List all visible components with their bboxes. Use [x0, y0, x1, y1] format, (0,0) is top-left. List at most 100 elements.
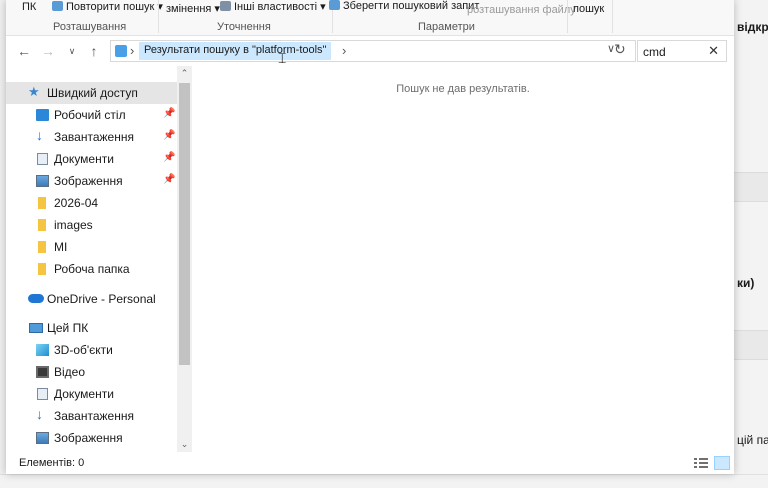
pictures-icon — [36, 432, 49, 444]
nav-item-pictures[interactable]: Зображення 📌 — [6, 170, 177, 192]
nav-item-label: Зображення — [54, 174, 123, 188]
pc-button[interactable]: ПК — [22, 1, 36, 13]
nav-item-folder-images[interactable]: images — [6, 214, 177, 236]
nav-item-label: Документи — [54, 152, 114, 166]
recent-locations-chevron-icon[interactable]: ∨ — [64, 43, 80, 59]
search-input[interactable]: cmd ✕ — [637, 40, 727, 62]
pin-icon[interactable]: 📌 — [163, 174, 175, 185]
nav-item-label: MI — [54, 240, 68, 254]
desktop-icon — [36, 109, 49, 121]
nav-item-video[interactable]: Відео — [6, 361, 177, 383]
search-results-icon — [115, 45, 127, 57]
nav-item-label: 2026-04 — [54, 196, 99, 210]
large-icons-view-icon[interactable] — [714, 456, 730, 470]
repeat-search-label: Повторити пошук — [66, 1, 155, 13]
nav-item-label: Завантаження — [54, 409, 134, 423]
item-count: Елементів: 0 — [19, 457, 85, 469]
nav-item-label: Робоча папка — [54, 262, 130, 276]
download-icon: ↓ — [36, 406, 43, 422]
background-band — [734, 172, 768, 202]
star-icon: ★ — [28, 84, 40, 99]
breadcrumb-search-results[interactable]: Результати пошуку в "platform-tools" — [139, 42, 332, 60]
folder-icon — [38, 241, 46, 253]
pin-icon[interactable]: 📌 — [163, 152, 175, 163]
folder-icon — [38, 219, 46, 231]
nav-item-label: Завантаження — [54, 130, 134, 144]
details-view-icon[interactable] — [694, 457, 708, 469]
nav-item-folder-work[interactable]: Робоча папка — [6, 258, 177, 280]
repeat-search-button[interactable]: Повторити пошук ▾ — [52, 0, 163, 13]
ribbon: ПК Повторити пошук ▾ Розташування змінен… — [6, 0, 734, 36]
nav-quick-access[interactable]: ★ Швидкий доступ — [6, 82, 177, 104]
date-changed-button[interactable]: змінення ▾ — [166, 2, 220, 15]
file-list-area[interactable]: Пошук не дав результатів. — [192, 66, 734, 452]
background-text-top: відкр — [737, 20, 768, 34]
nav-onedrive[interactable]: OneDrive - Personal — [6, 288, 177, 310]
open-file-location-button[interactable]: розташування файлу — [467, 4, 576, 16]
documents-icon — [37, 388, 48, 400]
save-icon — [329, 0, 340, 10]
nav-item-folder-mi[interactable]: MI — [6, 236, 177, 258]
other-properties-label: Інші властивості — [234, 1, 318, 13]
nav-item-pc-downloads[interactable]: ↓ Завантаження — [6, 405, 177, 427]
documents-icon — [37, 153, 48, 165]
nav-this-pc-label: Цей ПК — [47, 321, 89, 335]
video-icon — [36, 366, 49, 378]
breadcrumb-chevron-icon[interactable]: › — [130, 43, 134, 58]
file-explorer-window: ПК Повторити пошук ▾ Розташування змінен… — [6, 0, 734, 474]
nav-item-label: images — [54, 218, 93, 232]
save-search-button[interactable]: Зберегти пошуковий запит — [329, 0, 479, 12]
group-refine-label: Уточнення — [217, 21, 271, 33]
nav-item-folder-2026-04[interactable]: 2026-04 — [6, 192, 177, 214]
refresh-icon[interactable]: ↻ — [614, 41, 626, 58]
breadcrumb-chevron-icon[interactable]: › — [342, 43, 346, 58]
nav-item-label: Документи — [54, 387, 114, 401]
navigation-bar: ← → ∨ ↑ › Результати пошуку в "platform-… — [6, 36, 734, 66]
clear-search-icon[interactable]: ✕ — [708, 43, 719, 59]
nav-this-pc[interactable]: Цей ПК — [6, 317, 177, 339]
nav-item-label: Робочий стіл — [54, 108, 126, 122]
search-input-value[interactable]: cmd — [643, 45, 666, 59]
nav-item-label: Відео — [54, 365, 86, 379]
other-properties-button[interactable]: Інші властивості ▾ — [220, 0, 326, 13]
nav-item-desktop[interactable]: Робочий стіл 📌 — [6, 104, 177, 126]
nav-item-label: Зображення — [54, 431, 123, 445]
date-changed-label: змінення — [166, 3, 212, 15]
ribbon-separator — [567, 0, 568, 33]
pictures-icon — [36, 175, 49, 187]
background-window: відкр ки) цій па — [734, 0, 768, 488]
save-search-label: Зберегти пошуковий запит — [343, 0, 480, 12]
nav-item-3d-objects[interactable]: 3D-об'єкти — [6, 339, 177, 361]
background-window-bottom — [0, 474, 768, 488]
ribbon-separator — [612, 0, 613, 33]
scrollbar-thumb[interactable] — [179, 83, 190, 365]
cloud-icon — [28, 294, 44, 303]
nav-item-pc-documents[interactable]: Документи — [6, 383, 177, 405]
nav-pane-scrollbar[interactable]: ⌃ ⌄ — [177, 66, 192, 452]
group-options-label: Параметри — [418, 21, 475, 33]
nav-quick-access-label: Швидкий доступ — [47, 86, 138, 100]
up-arrow-icon[interactable]: ↑ — [86, 43, 102, 59]
group-location-label: Розташування — [53, 21, 127, 33]
nav-item-downloads[interactable]: ↓ Завантаження 📌 — [6, 126, 177, 148]
scroll-up-arrow-icon[interactable]: ⌃ — [177, 66, 192, 81]
mouse-cursor-icon: ⌶ — [278, 50, 287, 66]
background-text-bottom: цій па — [737, 433, 768, 447]
background-band — [734, 330, 768, 360]
pin-icon[interactable]: 📌 — [163, 130, 175, 141]
nav-item-pc-pictures[interactable]: Зображення — [6, 427, 177, 449]
folder-icon — [38, 197, 46, 209]
scroll-down-arrow-icon[interactable]: ⌄ — [177, 437, 192, 452]
close-search-button[interactable]: пошук — [573, 3, 604, 15]
forward-arrow-icon[interactable]: → — [40, 43, 56, 59]
back-arrow-icon[interactable]: ← — [16, 43, 32, 59]
ribbon-separator — [158, 0, 159, 33]
nav-item-label: 3D-об'єкти — [54, 343, 113, 357]
pin-icon[interactable]: 📌 — [163, 108, 175, 119]
address-bar[interactable]: › Результати пошуку в "platform-tools" ›… — [110, 40, 636, 62]
nav-item-documents[interactable]: Документи 📌 — [6, 148, 177, 170]
download-icon: ↓ — [36, 127, 43, 143]
no-results-message: Пошук не дав результатів. — [396, 83, 530, 95]
navigation-pane: ★ Швидкий доступ Робочий стіл 📌 ↓ Завант… — [6, 66, 192, 452]
status-bar: Елементів: 0 — [6, 452, 734, 474]
